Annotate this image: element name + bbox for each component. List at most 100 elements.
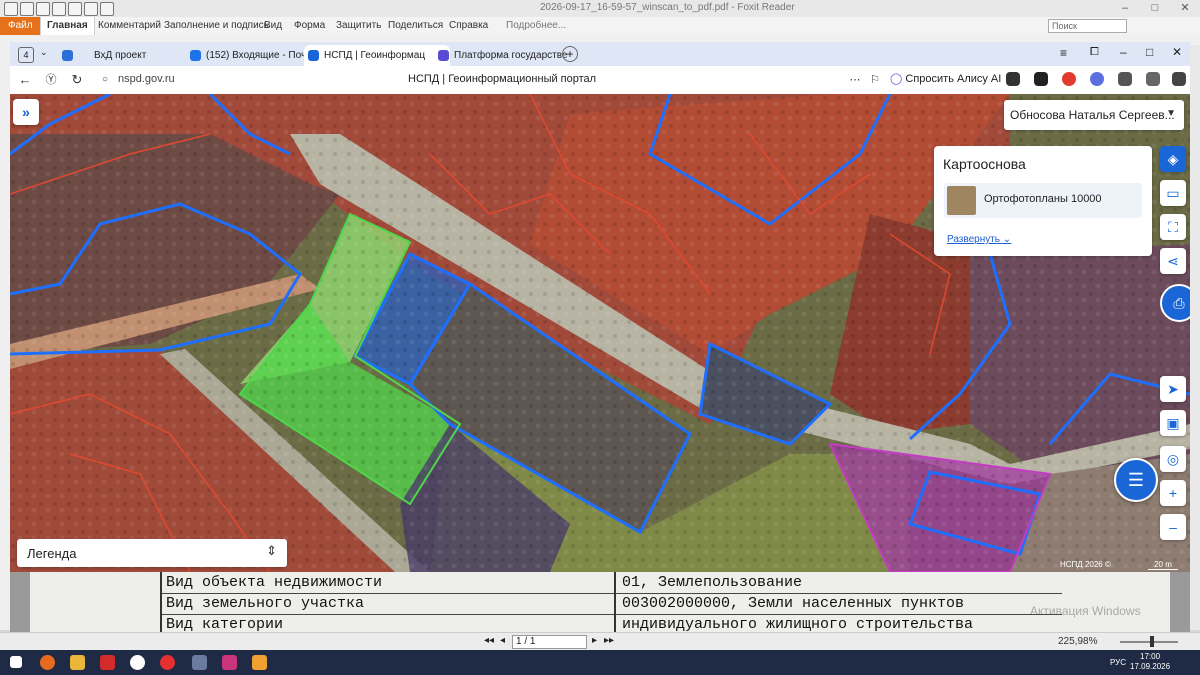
tab-favicon-icon [62, 50, 73, 61]
ribbon-tab-file[interactable]: Файл [0, 17, 41, 35]
close-icon[interactable]: ✕ [1172, 45, 1182, 59]
ribbon-tab-home[interactable]: Главная [40, 17, 95, 35]
extension-icon[interactable] [1146, 72, 1160, 86]
minimize-icon[interactable]: – [1120, 45, 1127, 59]
print-map-icon[interactable]: ⎙ [1160, 284, 1190, 322]
mail-icon [190, 50, 201, 61]
chat-icon[interactable]: ☰ [1114, 458, 1158, 502]
user-name: Обносова Наталья Сергеев... [1010, 108, 1175, 122]
user-account-select[interactable]: Обносова Наталья Сергеев... ▼ [1004, 100, 1184, 130]
zoom-slider[interactable] [1120, 641, 1178, 643]
tab-bar: 4 ⌄ ВхД проект (152) Входящие - Почта М … [10, 42, 1190, 66]
ask-alice-button[interactable]: ◯ Спросить Алису AI [890, 72, 1001, 85]
redo-icon[interactable] [100, 2, 114, 16]
document-table: Вид объекта недвижимости 01, Землепользо… [160, 572, 1062, 632]
open-icon[interactable] [20, 2, 34, 16]
page-number-input[interactable]: 1 / 1 [512, 635, 587, 649]
undo-icon[interactable] [84, 2, 98, 16]
puzzle-icon[interactable] [1118, 72, 1132, 86]
layers-icon[interactable]: ◈ [1160, 146, 1186, 172]
maximize-icon[interactable]: □ [1140, 0, 1170, 17]
legend-toggle[interactable]: Легенда ⇕ [17, 539, 287, 567]
expand-panel-button[interactable]: » [13, 99, 39, 125]
zoom-slider-handle[interactable] [1150, 636, 1154, 647]
first-page-icon[interactable]: ◂◂ [484, 635, 494, 646]
foxit-left-panel [0, 45, 10, 630]
ribbon-tab-help[interactable]: Справка [443, 17, 494, 35]
maximize-icon[interactable]: □ [1146, 45, 1153, 59]
foxit-right-scrollbar[interactable] [1190, 45, 1200, 630]
tab-vhd-project[interactable]: ВхД проект [58, 45, 203, 66]
firefox-icon[interactable] [40, 655, 55, 670]
download-icon[interactable] [1172, 72, 1186, 86]
extension-icon[interactable] [1090, 72, 1104, 86]
map-canvas[interactable]: » Обносова Наталья Сергеев... ▼ Картоосн… [10, 94, 1190, 572]
zoom-out-icon[interactable]: – [1160, 514, 1186, 540]
print-icon[interactable] [52, 2, 66, 16]
locate-icon[interactable]: ➤ [1160, 376, 1186, 402]
expand-basemaps-link[interactable]: Развернуть ⌄ [947, 234, 1011, 245]
app-icon[interactable] [192, 655, 207, 670]
extension-icon[interactable] [1034, 72, 1048, 86]
chrome-icon[interactable] [130, 655, 145, 670]
ribbon-tab-comment[interactable]: Комментарий [92, 17, 167, 35]
tab-count-badge[interactable]: 4 [18, 47, 34, 63]
language-indicator[interactable]: РУС [1110, 658, 1126, 667]
ribbon-tab-protect[interactable]: Защитить [330, 17, 387, 35]
clock-time: 17:00 [1140, 652, 1161, 661]
last-page-icon[interactable]: ▸▸ [604, 635, 614, 646]
row-value: 01, Землепользование [622, 574, 803, 591]
windows-start-icon[interactable] [10, 656, 22, 668]
tab-gov-platform[interactable]: Платформа государстве [434, 45, 579, 66]
yandex-icon[interactable] [100, 655, 115, 670]
select-area-icon[interactable]: ⛶ [1160, 214, 1186, 240]
foxit-search-input[interactable]: Поиск [1048, 19, 1127, 33]
tab-nspd[interactable]: НСПД | Геоинформац ✕ [304, 45, 450, 66]
ribbon-tab-more[interactable]: Подробнее... [500, 17, 572, 35]
chevron-down-icon[interactable]: ⌄ [40, 47, 48, 58]
ribbon-tab-form[interactable]: Форма [288, 17, 331, 35]
picture-in-picture-icon[interactable]: ▣ [1160, 410, 1186, 436]
tab-mail[interactable]: (152) Входящие - Почта М [186, 45, 321, 66]
row-value: 003002000000, Земли населенных пунктов [622, 595, 965, 612]
clock-date: 17.09.2026 [1130, 662, 1171, 671]
taskbar-clock[interactable]: 17:00 17.09.2026 [1130, 652, 1170, 672]
foxit-icon[interactable] [252, 655, 267, 670]
menu-icon[interactable]: ≡ [1060, 46, 1067, 60]
reload-icon[interactable]: ↻ [68, 71, 86, 89]
save-icon[interactable] [36, 2, 50, 16]
geolocation-icon[interactable]: ◎ [1160, 446, 1186, 472]
new-icon[interactable] [68, 2, 82, 16]
alice-icon: ◯ [890, 73, 903, 85]
zoom-in-icon[interactable]: + [1160, 480, 1186, 506]
close-icon[interactable]: ✕ [1170, 0, 1200, 17]
more-icon[interactable]: ⋯ [846, 71, 864, 89]
extension-icon[interactable] [1006, 72, 1020, 86]
folder-icon[interactable] [70, 655, 85, 670]
page-title: НСПД | Геоинформационный портал [408, 73, 597, 85]
share-icon[interactable]: ⋖ [1160, 248, 1186, 274]
extension-icon[interactable] [1062, 72, 1076, 86]
next-page-icon[interactable]: ▸ [592, 635, 597, 646]
bookmark-icon[interactable]: ⧠ [1090, 46, 1099, 59]
document-page: Вид объекта недвижимости 01, Землепользо… [30, 572, 1170, 632]
tab-label: ВхД проект [94, 50, 147, 61]
row-label: Вид объекта недвижимости [166, 574, 383, 591]
app-icon[interactable] [222, 655, 237, 670]
yandex-icon[interactable]: Ⓨ [42, 71, 60, 89]
ribbon-tab-view[interactable]: Вид [258, 17, 288, 35]
ruler-icon[interactable]: ▭ [1160, 180, 1186, 206]
new-tab-icon[interactable]: + [562, 46, 578, 62]
ribbon-tab-share[interactable]: Поделиться [382, 17, 449, 35]
gov-platform-icon [438, 50, 449, 61]
yandex-browser-icon[interactable] [160, 655, 175, 670]
zoom-level[interactable]: 225,98% [1058, 636, 1097, 647]
minimize-icon[interactable]: – [1110, 0, 1140, 17]
url-field[interactable]: nspd.gov.ru [118, 73, 175, 85]
bookmark-icon[interactable]: ⚐ [866, 71, 884, 89]
site-info-icon[interactable]: ○ [96, 71, 114, 89]
back-icon[interactable]: ← [16, 71, 34, 89]
foxit-titlebar: 2026-09-17_16-59-57_winscan_to_pdf.pdf -… [0, 0, 1200, 17]
basemap-option-orthophoto[interactable]: Ортофотопланы 10000 [944, 183, 1142, 218]
prev-page-icon[interactable]: ◂ [500, 635, 505, 646]
